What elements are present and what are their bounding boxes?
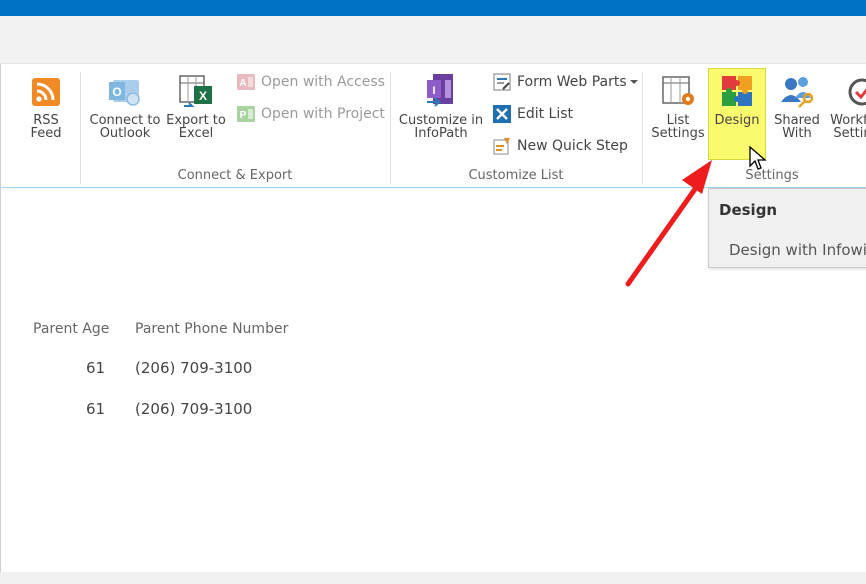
svg-text:I: I <box>432 85 435 97</box>
ribbon-tabs-bar <box>0 16 866 64</box>
open-with-project-button[interactable]: P Open with Project <box>236 104 385 124</box>
workflow-settings-icon <box>842 72 866 108</box>
rss-icon <box>28 72 64 108</box>
excel-export-icon: X <box>178 72 214 108</box>
column-header-parent-phone[interactable]: Parent Phone Number <box>135 321 288 337</box>
rss-feed-button[interactable]: RSS Feed <box>26 72 66 140</box>
puzzle-icon <box>719 72 755 108</box>
list-settings-icon <box>660 72 696 108</box>
shared-with-label: Shared With <box>774 113 820 141</box>
table-cell-parent-age: 61 <box>86 400 106 418</box>
suite-bar <box>0 0 866 16</box>
customize-in-infopath-button[interactable]: I Customize in InfoPath <box>398 72 484 140</box>
customize-in-infopath-label: Customize in InfoPath <box>398 113 484 141</box>
export-to-excel-button[interactable]: X Export to Excel <box>164 72 228 140</box>
table-cell-parent-phone: (206) 709-3100 <box>135 400 253 418</box>
open-with-access-button[interactable]: A Open with Access <box>236 72 385 92</box>
connect-export-group-label: Connect & Export <box>177 168 293 183</box>
column-header-parent-age[interactable]: Parent Age <box>33 321 109 337</box>
connect-to-outlook-button[interactable]: O Connect to Outlook <box>88 72 162 140</box>
table-cell-parent-age: 61 <box>86 359 106 377</box>
bottom-strip <box>0 572 866 584</box>
table-cell-parent-phone: (206) 709-3100 <box>135 359 253 377</box>
mouse-cursor-icon <box>749 146 767 170</box>
connect-to-outlook-label: Connect to Outlook <box>89 113 161 141</box>
project-icon: P <box>236 104 256 124</box>
shared-users-icon <box>779 72 815 108</box>
new-quick-step-label: New Quick Step <box>517 138 628 154</box>
shared-with-button[interactable]: Shared With <box>770 72 824 140</box>
edit-list-icon <box>492 104 512 124</box>
edit-list-label: Edit List <box>517 106 574 122</box>
sharepoint-window: RSS Feed O Connect to Outlook X Export t… <box>0 0 866 584</box>
chevron-down-icon <box>629 80 638 84</box>
tooltip-title: Design <box>719 201 778 219</box>
left-border <box>0 64 1 584</box>
workflow-settings-label: Workflow Settings <box>830 113 866 141</box>
open-with-project-label: Open with Project <box>261 106 385 122</box>
svg-text:X: X <box>199 89 207 103</box>
outlook-icon: O <box>107 72 143 108</box>
workflow-settings-button[interactable]: Workflow Settings <box>830 72 866 140</box>
customize-list-group-label: Customize List <box>468 168 564 183</box>
design-button[interactable]: Design <box>710 72 764 127</box>
form-web-parts-dropdown[interactable]: Form Web Parts <box>492 72 638 92</box>
edit-list-button[interactable]: Edit List <box>492 104 573 124</box>
svg-text:O: O <box>112 85 121 99</box>
open-with-access-label: Open with Access <box>261 74 385 90</box>
list-settings-label: List Settings <box>651 113 705 141</box>
svg-text:A: A <box>239 78 246 89</box>
infopath-icon: I <box>423 72 459 108</box>
quick-step-icon <box>492 136 512 156</box>
rss-feed-label: RSS Feed <box>30 113 62 141</box>
design-label: Design <box>714 113 760 128</box>
export-to-excel-label: Export to Excel <box>166 113 226 141</box>
form-web-parts-icon <box>492 72 512 92</box>
list-settings-button[interactable]: List Settings <box>650 72 706 140</box>
new-quick-step-button[interactable]: New Quick Step <box>492 136 628 156</box>
form-web-parts-label: Form Web Parts <box>517 74 627 90</box>
tooltip-body: Design with Infowise <box>729 241 866 259</box>
access-icon: A <box>236 72 256 92</box>
svg-text:P: P <box>240 110 247 121</box>
design-tooltip: Design Design with Infowise <box>708 188 866 268</box>
